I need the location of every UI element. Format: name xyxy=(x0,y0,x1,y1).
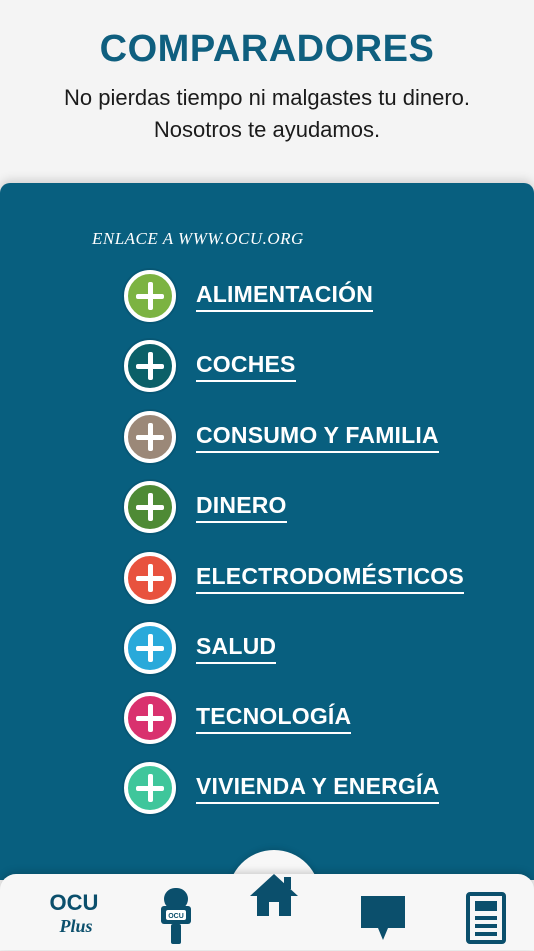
plus-icon xyxy=(124,692,176,744)
nav-microphone[interactable]: OCU xyxy=(158,886,194,946)
category-tecnologia[interactable]: TECNOLOGÍA xyxy=(124,687,352,749)
category-label[interactable]: CONSUMO Y FAMILIA xyxy=(196,422,439,453)
category-label[interactable]: ALIMENTACIÓN xyxy=(196,281,374,312)
plus-icon xyxy=(124,411,176,463)
newspaper-icon xyxy=(466,892,506,944)
category-coches[interactable]: COCHES xyxy=(124,335,296,397)
category-label[interactable]: SALUD xyxy=(196,633,277,664)
nav-chat[interactable] xyxy=(358,894,408,944)
plus-icon xyxy=(124,552,176,604)
plus-icon xyxy=(124,762,176,814)
category-label[interactable]: VIVIENDA Y ENERGÍA xyxy=(196,773,440,804)
categories-panel: ENLACE A WWW.OCU.ORG ALIMENTACIÓN COCHES… xyxy=(0,183,534,880)
category-dinero[interactable]: DINERO xyxy=(124,476,287,538)
category-alimentacion[interactable]: ALIMENTACIÓN xyxy=(124,265,374,327)
logo-ocu-text: OCU xyxy=(50,890,99,915)
chat-bubble-icon xyxy=(361,896,405,940)
category-label[interactable]: ELECTRODOMÉSTICOS xyxy=(196,563,464,594)
page-title: COMPARADORES xyxy=(99,28,435,70)
category-consumo-y-familia[interactable]: CONSUMO Y FAMILIA xyxy=(124,406,439,468)
mic-badge-text: OCU xyxy=(168,913,184,920)
plus-icon xyxy=(124,340,176,392)
nav-news[interactable] xyxy=(466,892,506,944)
ocu-plus-logo-icon: OCU Plus xyxy=(50,890,99,936)
category-label[interactable]: DINERO xyxy=(196,492,287,523)
subtitle-line-1: No pierdas tiempo ni malgastes tu dinero… xyxy=(64,85,470,110)
home-icon xyxy=(250,874,298,916)
category-label[interactable]: COCHES xyxy=(196,351,296,382)
plus-icon xyxy=(124,622,176,674)
plus-icon xyxy=(124,270,176,322)
nav-home[interactable] xyxy=(246,868,302,922)
category-salud[interactable]: SALUD xyxy=(124,617,277,679)
logo-plus-text: Plus xyxy=(58,916,92,936)
category-label[interactable]: TECNOLOGÍA xyxy=(196,703,352,734)
plus-icon xyxy=(124,481,176,533)
category-electrodomesticos[interactable]: ELECTRODOMÉSTICOS xyxy=(124,547,464,609)
category-vivienda-y-energia[interactable]: VIVIENDA Y ENERGÍA xyxy=(124,757,440,819)
link-note: ENLACE A WWW.OCU.ORG xyxy=(92,229,304,248)
nav-ocu-plus[interactable]: OCU Plus xyxy=(38,888,110,940)
header: COMPARADORES No pierdas tiempo ni malgas… xyxy=(0,0,534,182)
subtitle-line-2: Nosotros te ayudamos. xyxy=(153,117,381,142)
microphone-icon: OCU xyxy=(161,888,191,944)
